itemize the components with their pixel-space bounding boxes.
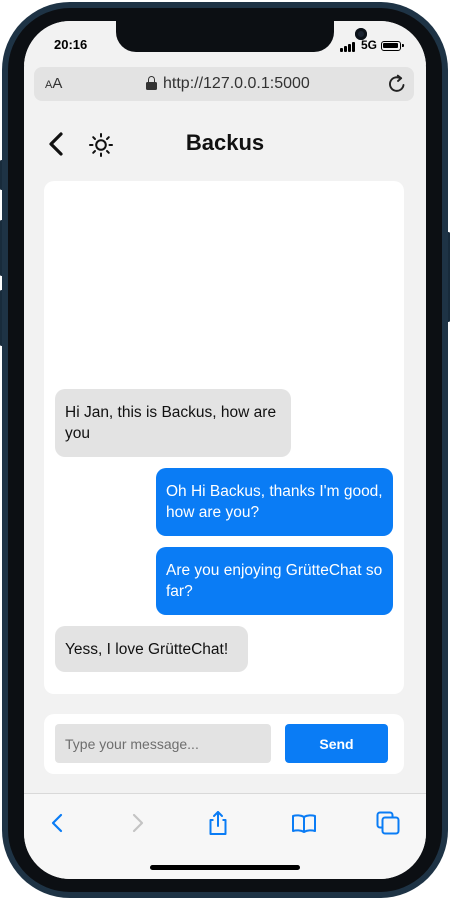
app-header: Backus xyxy=(24,111,426,175)
message-composer: Send xyxy=(44,714,404,774)
browser-address-bar[interactable]: AA http://127.0.0.1:5000 xyxy=(34,67,414,101)
home-indicator[interactable] xyxy=(150,865,300,870)
forward-icon[interactable] xyxy=(123,809,151,837)
message-input[interactable] xyxy=(55,724,271,763)
lock-icon xyxy=(146,76,157,90)
message-bubble-outgoing: Oh Hi Backus, thanks I'm good, how are y… xyxy=(156,468,393,536)
network-type: 5G xyxy=(361,38,378,52)
status-bar: 20:16 5G xyxy=(24,21,426,65)
reload-icon[interactable] xyxy=(386,73,408,95)
battery-icon xyxy=(381,41,404,51)
message-bubble-incoming: Yess, I love GrütteChat! xyxy=(55,626,248,672)
bookmarks-icon[interactable] xyxy=(290,809,318,837)
safari-toolbar xyxy=(24,793,426,879)
share-icon[interactable] xyxy=(204,809,232,837)
status-time: 20:16 xyxy=(54,37,88,52)
message-bubble-incoming: Hi Jan, this is Backus, how are you xyxy=(55,389,291,457)
page-title: Backus xyxy=(185,130,265,155)
back-icon[interactable] xyxy=(44,809,72,837)
send-button[interactable]: Send xyxy=(285,724,388,763)
chat-window[interactable]: Hi Jan, this is Backus, how are you Oh H… xyxy=(44,181,404,694)
url-text[interactable]: http://127.0.0.1:5000 xyxy=(163,75,310,93)
text-size-large-label: A xyxy=(52,75,63,92)
text-size-button[interactable]: AA xyxy=(45,75,62,92)
tabs-icon[interactable] xyxy=(374,809,402,837)
notch xyxy=(116,21,367,52)
phone-screen: 20:16 5G AA http://127.0.0.1:5000 Backus… xyxy=(24,21,426,879)
message-bubble-outgoing: Are you enjoying GrütteChat so far? xyxy=(156,547,393,615)
signal-icon xyxy=(340,41,358,52)
phone-mockup: 20:16 5G AA http://127.0.0.1:5000 Backus… xyxy=(0,0,450,900)
